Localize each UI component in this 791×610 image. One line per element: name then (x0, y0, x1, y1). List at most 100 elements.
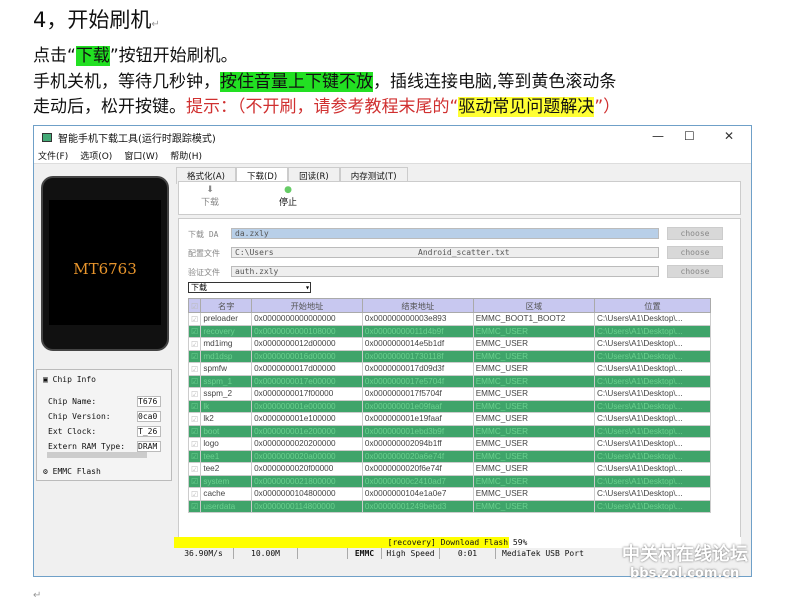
table-cell: md1dsp (200, 349, 253, 363)
scatter-input[interactable]: C:\Users Android_scatter.txt (231, 247, 659, 258)
table-cell: 0x0000000016d00000 (251, 349, 363, 363)
table-row[interactable]: ☑ boot 0x000000001e200000 0x000000001ebd3b9… (187, 424, 712, 438)
table-cell: 0x000000001e200000 (251, 424, 363, 438)
row-checkbox[interactable]: ☑ (187, 374, 202, 388)
table-cell: 0x000000000003e893 (361, 312, 474, 326)
row-checkbox[interactable]: ☑ (187, 487, 202, 501)
status-storage: EMMC (348, 548, 382, 559)
table-cell: 0x0000000104e1a0e7 (361, 487, 474, 501)
table-row[interactable]: ☑ recovery 0x0000000000108000 0x00000000011… (187, 324, 712, 338)
table-row[interactable]: ☑ userdata 0x0000000114800000 0x00000001249… (187, 499, 712, 513)
table-row[interactable]: ☑ md1img 0x0000000012d00000 0x0000000014e5b… (187, 337, 712, 351)
table-cell: C:\Users\A1\Desktop\... (593, 499, 712, 513)
table-cell: EMMC_USER (472, 362, 595, 376)
choose-da-button[interactable]: choose (667, 227, 723, 240)
status-size: 10.00M (234, 548, 298, 559)
table-row[interactable]: ☑ logo 0x0000000020200000 0x000000002094b1f… (187, 437, 712, 451)
table-cell: 0x000000001ebd3b9f (361, 424, 474, 438)
choose-auth-button[interactable]: choose (667, 265, 723, 278)
auth-input[interactable]: auth.zxly (231, 266, 659, 277)
emmc-flash-label: ⚙ EMMC Flash (43, 467, 101, 476)
table-row[interactable]: ☑ tee1 0x0000000020a00000 0x0000000020a6e74… (187, 449, 712, 463)
row-checkbox[interactable]: ☑ (187, 387, 202, 401)
table-row[interactable]: ☑ sspm_2 0x0000000017f00000 0x0000000017f57… (187, 387, 712, 401)
table-cell: EMMC_USER (472, 399, 595, 413)
table-cell: EMMC_USER (472, 349, 595, 363)
mode-select[interactable]: 下载 ▾ (188, 282, 311, 293)
table-cell: 0x0000000104800000 (251, 487, 363, 501)
toolbar: ⬇ 下载 ● 停止 (178, 181, 741, 215)
table-cell: 0x0000000114800000 (251, 499, 363, 513)
da-label: 下载 DA (188, 230, 219, 239)
table-cell: boot (200, 424, 253, 438)
table-cell: C:\Users\A1\Desktop\... (593, 362, 712, 376)
progress-text: [recovery] Download Flash 59% (387, 538, 528, 547)
table-cell: 0x0000000017e00000 (251, 374, 363, 388)
table-cell: C:\Users\A1\Desktop\... (593, 449, 712, 463)
table-cell: C:\Users\A1\Desktop\... (593, 374, 712, 388)
maximize-button[interactable]: ☐ (684, 129, 695, 143)
row-checkbox[interactable]: ☑ (187, 462, 202, 476)
row-checkbox[interactable]: ☑ (187, 337, 202, 351)
table-cell: 0x0000000021800000 (251, 474, 363, 488)
table-cell: 0x000000001e100000 (251, 412, 363, 426)
row-checkbox[interactable]: ☑ (187, 449, 202, 463)
menu-file[interactable]: 文件(F) (38, 149, 68, 162)
instruction-line-3: 走动后，松开按键。提示：（不开刷，请参考教程末尾的“驱动常见问题解决”） (33, 97, 621, 117)
table-row[interactable]: ☑ lk2 0x000000001e100000 0x000000001e19faaf… (187, 412, 712, 426)
row-checkbox[interactable]: ☑ (187, 324, 202, 338)
menu-options[interactable]: 选项(O) (80, 149, 112, 162)
choose-scatter-button[interactable]: choose (667, 246, 723, 259)
minimize-button[interactable]: — (652, 129, 664, 143)
table-cell: 0x0000000017d09d3f (361, 362, 474, 376)
horizontal-scrollbar[interactable] (47, 452, 147, 458)
stop-button[interactable]: ● 停止 (279, 185, 297, 208)
row-checkbox[interactable]: ☑ (187, 362, 202, 376)
col-name: 名字 (200, 298, 253, 313)
chip-version-label: Chip Version: (48, 412, 111, 421)
row-checkbox[interactable]: ☑ (187, 424, 202, 438)
table-cell: 0x0000000017e5704f (361, 374, 474, 388)
table-cell: EMMC_USER (472, 412, 595, 426)
table-cell: 0x0000000012d00000 (251, 337, 363, 351)
row-checkbox[interactable]: ☑ (187, 412, 202, 426)
table-row[interactable]: ☑ spmfw 0x0000000017d00000 0x0000000017d09d… (187, 362, 712, 376)
table-cell: C:\Users\A1\Desktop\... (593, 387, 712, 401)
row-checkbox[interactable]: ☑ (187, 499, 202, 513)
table-row[interactable]: ☑ sspm_1 0x0000000017e00000 0x0000000017e57… (187, 374, 712, 388)
table-cell: 0x0000000000000000 (251, 312, 363, 326)
table-cell: tee2 (200, 462, 253, 476)
row-checkbox[interactable]: ☑ (187, 349, 202, 363)
table-row[interactable]: ☑ lk 0x000000001e000000 0x000000001e09faaf E… (187, 399, 712, 413)
table-cell: EMMC_USER (472, 387, 595, 401)
table-cell: sspm_1 (200, 374, 253, 388)
row-checkbox[interactable]: ☑ (187, 312, 202, 326)
download-form: 下载 DA da.zxly choose 配置文件 C:\Users Andro… (178, 218, 741, 538)
table-row[interactable]: ☑ tee2 0x0000000020f00000 0x0000000020f6e74… (187, 462, 712, 476)
select-all-checkbox[interactable]: ☑ (187, 298, 202, 313)
table-row[interactable]: ☑ md1dsp 0x0000000016d00000 0x0000000017301… (187, 349, 712, 363)
close-button[interactable]: ✕ (724, 129, 734, 143)
table-cell: 0x0000000020a6e74f (361, 449, 474, 463)
table-cell: C:\Users\A1\Desktop\... (593, 324, 712, 338)
table-cell: 0x000000001730118f (361, 349, 474, 363)
menu-window[interactable]: 窗口(W) (124, 149, 158, 162)
table-row[interactable]: ☑ preloader 0x0000000000000000 0x0000000000… (187, 312, 712, 326)
row-checkbox[interactable]: ☑ (187, 474, 202, 488)
row-checkbox[interactable]: ☑ (187, 399, 202, 413)
section-heading: 4，开始刷机↵ (33, 8, 160, 32)
table-cell: C:\Users\A1\Desktop\... (593, 349, 712, 363)
table-row[interactable]: ☑ cache 0x0000000104800000 0x0000000104e1a0… (187, 487, 712, 501)
table-cell: recovery (200, 324, 253, 338)
menu-help[interactable]: 帮助(H) (170, 149, 202, 162)
da-input[interactable]: da.zxly (231, 228, 659, 239)
table-cell: 0x00000000011d4b9f (361, 324, 474, 338)
flash-tool-window: 智能手机下载工具(运行时跟踪模式) — ☐ ✕ 文件(F) 选项(O) 窗口(W… (33, 125, 752, 577)
download-button[interactable]: ⬇ 下载 (201, 185, 219, 208)
row-checkbox[interactable]: ☑ (187, 437, 202, 451)
table-cell: EMMC_USER (472, 462, 595, 476)
col-end: 结束地址 (361, 298, 474, 313)
table-row[interactable]: ☑ system 0x0000000021800000 0x00000000c2410… (187, 474, 712, 488)
chip-name-value: T676 (137, 396, 161, 407)
table-cell: 0x000000001e09faaf (361, 399, 474, 413)
